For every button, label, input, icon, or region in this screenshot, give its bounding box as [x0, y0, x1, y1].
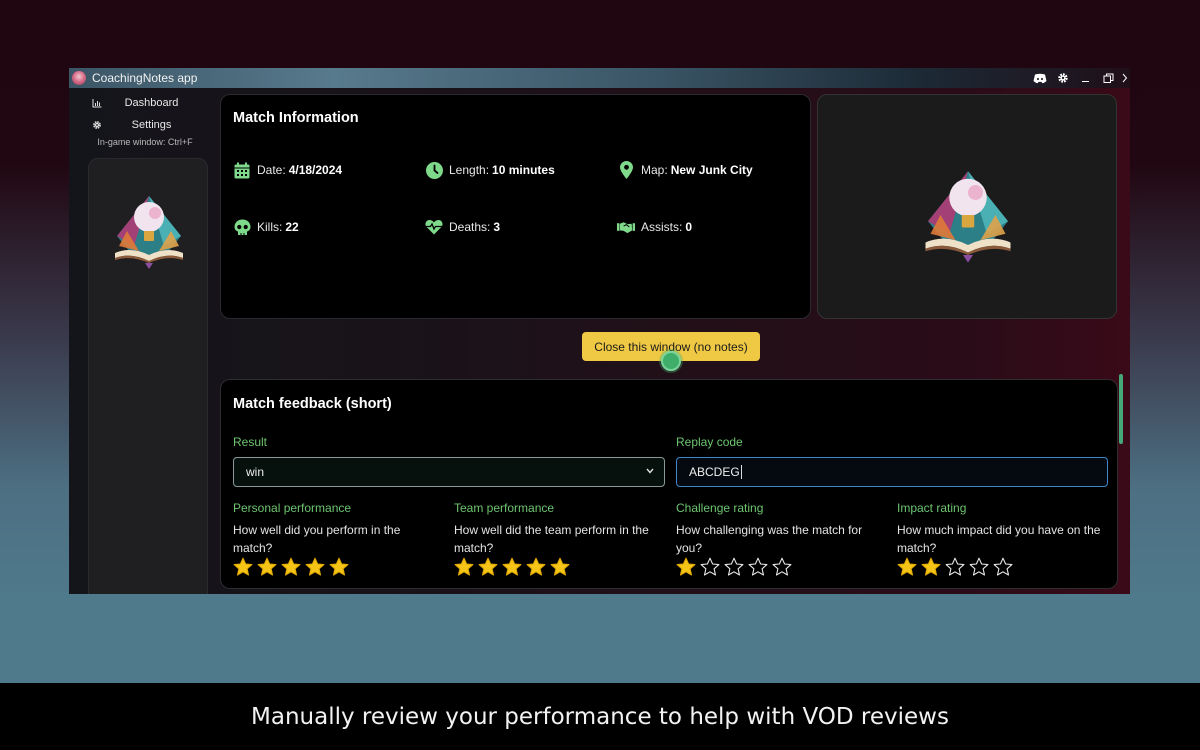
rating-impact: Impact rating How much impact did you ha…: [897, 501, 1107, 577]
stat-label: Date:: [257, 163, 286, 177]
stat-value: 4/18/2024: [288, 163, 343, 177]
star-filled-icon[interactable]: [281, 557, 301, 577]
match-information-card: Match Information Date: 4/18/2024 Length:…: [220, 94, 811, 319]
chevron-down-icon: [646, 466, 654, 476]
replay-code-label: Replay code: [676, 435, 743, 449]
calendar-icon: [233, 161, 251, 179]
rating-question: How well did you perform in the match?: [233, 523, 401, 555]
skull-icon: [233, 218, 251, 236]
rating-title: Challenge rating: [676, 501, 764, 515]
stat-value: New Junk City: [670, 163, 753, 177]
heartbeat-icon: [425, 218, 443, 236]
minimize-icon[interactable]: [1074, 68, 1097, 88]
result-value: win: [246, 465, 265, 479]
star-empty-icon[interactable]: [969, 557, 989, 577]
star-rating: [897, 557, 1107, 577]
star-empty-icon[interactable]: [945, 557, 965, 577]
app-window: CoachingNotes app Dashboard Settings In-…: [69, 68, 1130, 594]
star-filled-icon[interactable]: [478, 557, 498, 577]
app-logo-art: [925, 171, 1011, 263]
stat-length: Length: 10 minutes: [425, 161, 555, 179]
stat-value: 0: [685, 220, 693, 234]
match-information-title: Match Information: [233, 110, 359, 126]
rating-team: Team performance How well did the team p…: [454, 501, 664, 577]
sidebar-item-dashboard[interactable]: Dashboard: [81, 92, 209, 114]
stat-map: Map: New Junk City: [617, 161, 753, 179]
stat-value: 22: [285, 220, 299, 234]
star-filled-icon[interactable]: [329, 557, 349, 577]
result-select[interactable]: win: [233, 457, 665, 487]
stat-assists: Assists: 0: [617, 218, 692, 236]
gear-icon[interactable]: [1051, 68, 1074, 88]
caption-bar: Manually review your performance to help…: [0, 683, 1200, 750]
star-filled-icon[interactable]: [550, 557, 570, 577]
rating-title: Personal performance: [233, 501, 352, 515]
sidebar-panel: [88, 158, 208, 594]
star-filled-icon[interactable]: [233, 557, 253, 577]
title-actions: [1028, 68, 1130, 88]
star-rating: [454, 557, 664, 577]
result-label: Result: [233, 435, 268, 449]
stat-label: Length:: [449, 163, 490, 177]
stat-date: Date: 4/18/2024: [233, 161, 342, 179]
click-indicator: [661, 351, 681, 371]
rating-title: Team performance: [454, 501, 555, 515]
handshake-icon: [617, 218, 635, 236]
sidebar-item-label: Settings: [131, 119, 172, 131]
gear-icon: [86, 120, 108, 130]
titlebar: CoachingNotes app: [69, 68, 1130, 88]
rating-personal: Personal performance How well did you pe…: [233, 501, 443, 577]
map-pin-icon: [617, 161, 635, 179]
app-logo-art: [115, 196, 183, 269]
sidebar-item-settings[interactable]: Settings: [81, 114, 209, 136]
stat-label: Map:: [641, 163, 668, 177]
star-filled-icon[interactable]: [502, 557, 522, 577]
star-filled-icon[interactable]: [454, 557, 474, 577]
chevron-right-icon[interactable]: [1120, 68, 1130, 88]
stat-value: 10 minutes: [492, 163, 555, 177]
stat-value: 3: [493, 220, 501, 234]
replay-code-input[interactable]: ABCDEG: [676, 457, 1108, 487]
sidebar-item-label: Dashboard: [124, 97, 179, 109]
scrollbar-thumb[interactable]: [1119, 374, 1123, 444]
rating-question: How much impact did you have on the matc…: [897, 523, 1101, 555]
text-caret: [740, 465, 742, 479]
caption-text: Manually review your performance to help…: [251, 703, 949, 730]
clock-icon: [425, 161, 443, 179]
chart-icon: [86, 98, 108, 108]
rating-question: How challenging was the match for you?: [676, 523, 863, 555]
rating-question: How well did the team perform in the mat…: [454, 523, 649, 555]
stat-kills: Kills: 22: [233, 218, 299, 236]
star-empty-icon[interactable]: [700, 557, 720, 577]
star-empty-icon[interactable]: [772, 557, 792, 577]
star-filled-icon[interactable]: [676, 557, 696, 577]
star-empty-icon[interactable]: [993, 557, 1013, 577]
sidebar: Dashboard Settings In-game window: Ctrl+…: [81, 92, 209, 594]
star-filled-icon[interactable]: [921, 557, 941, 577]
restore-icon[interactable]: [1097, 68, 1120, 88]
match-feedback-title: Match feedback (short): [233, 396, 392, 412]
stat-label: Deaths:: [449, 220, 491, 234]
star-filled-icon[interactable]: [526, 557, 546, 577]
star-empty-icon[interactable]: [748, 557, 768, 577]
app-logo-icon: [72, 71, 86, 85]
stat-label: Assists:: [641, 220, 683, 234]
match-feedback-card: Match feedback (short) Result win Replay…: [220, 379, 1118, 589]
star-filled-icon[interactable]: [897, 557, 917, 577]
ingame-shortcut-hint: In-game window: Ctrl+F: [97, 137, 193, 147]
discord-icon[interactable]: [1028, 68, 1051, 88]
replay-code-value: ABCDEG: [689, 465, 740, 479]
rating-challenge: Challenge rating How challenging was the…: [676, 501, 886, 577]
stat-deaths: Deaths: 3: [425, 218, 500, 236]
star-rating: [233, 557, 443, 577]
preview-panel: [817, 94, 1117, 319]
star-filled-icon[interactable]: [257, 557, 277, 577]
stat-label: Kills:: [257, 220, 283, 234]
app-title: CoachingNotes app: [92, 71, 198, 85]
star-empty-icon[interactable]: [724, 557, 744, 577]
rating-title: Impact rating: [897, 501, 967, 515]
star-filled-icon[interactable]: [305, 557, 325, 577]
star-rating: [676, 557, 886, 577]
